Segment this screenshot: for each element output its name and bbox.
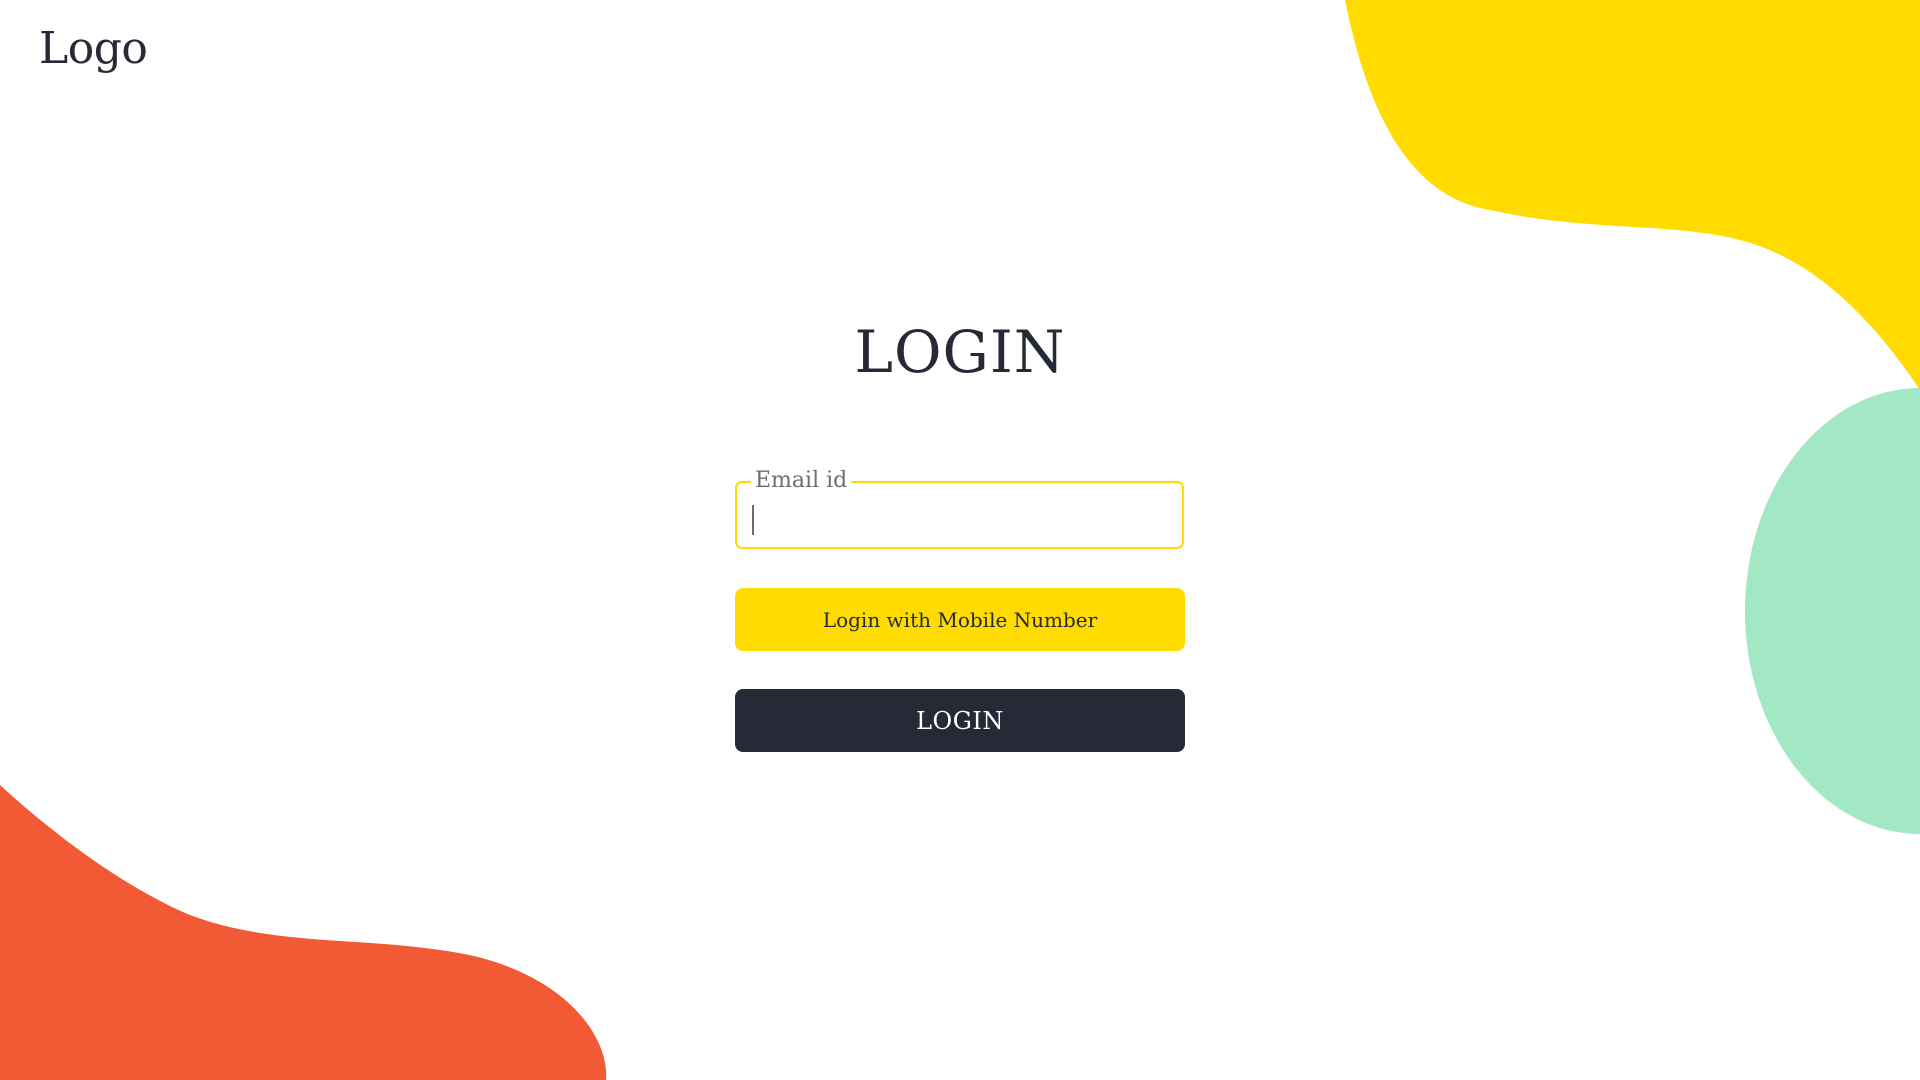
text-cursor — [752, 505, 754, 535]
email-field-label: Email id — [751, 467, 852, 495]
orange-decorative-blob — [0, 785, 607, 1080]
green-decorative-circle — [1745, 388, 1920, 834]
logo[interactable]: Logo — [39, 23, 148, 74]
page-title: LOGIN — [854, 318, 1066, 386]
email-field[interactable]: Email id — [735, 467, 1184, 549]
login-button[interactable]: LOGIN — [735, 689, 1185, 752]
login-with-mobile-button[interactable]: Login with Mobile Number — [735, 588, 1185, 651]
